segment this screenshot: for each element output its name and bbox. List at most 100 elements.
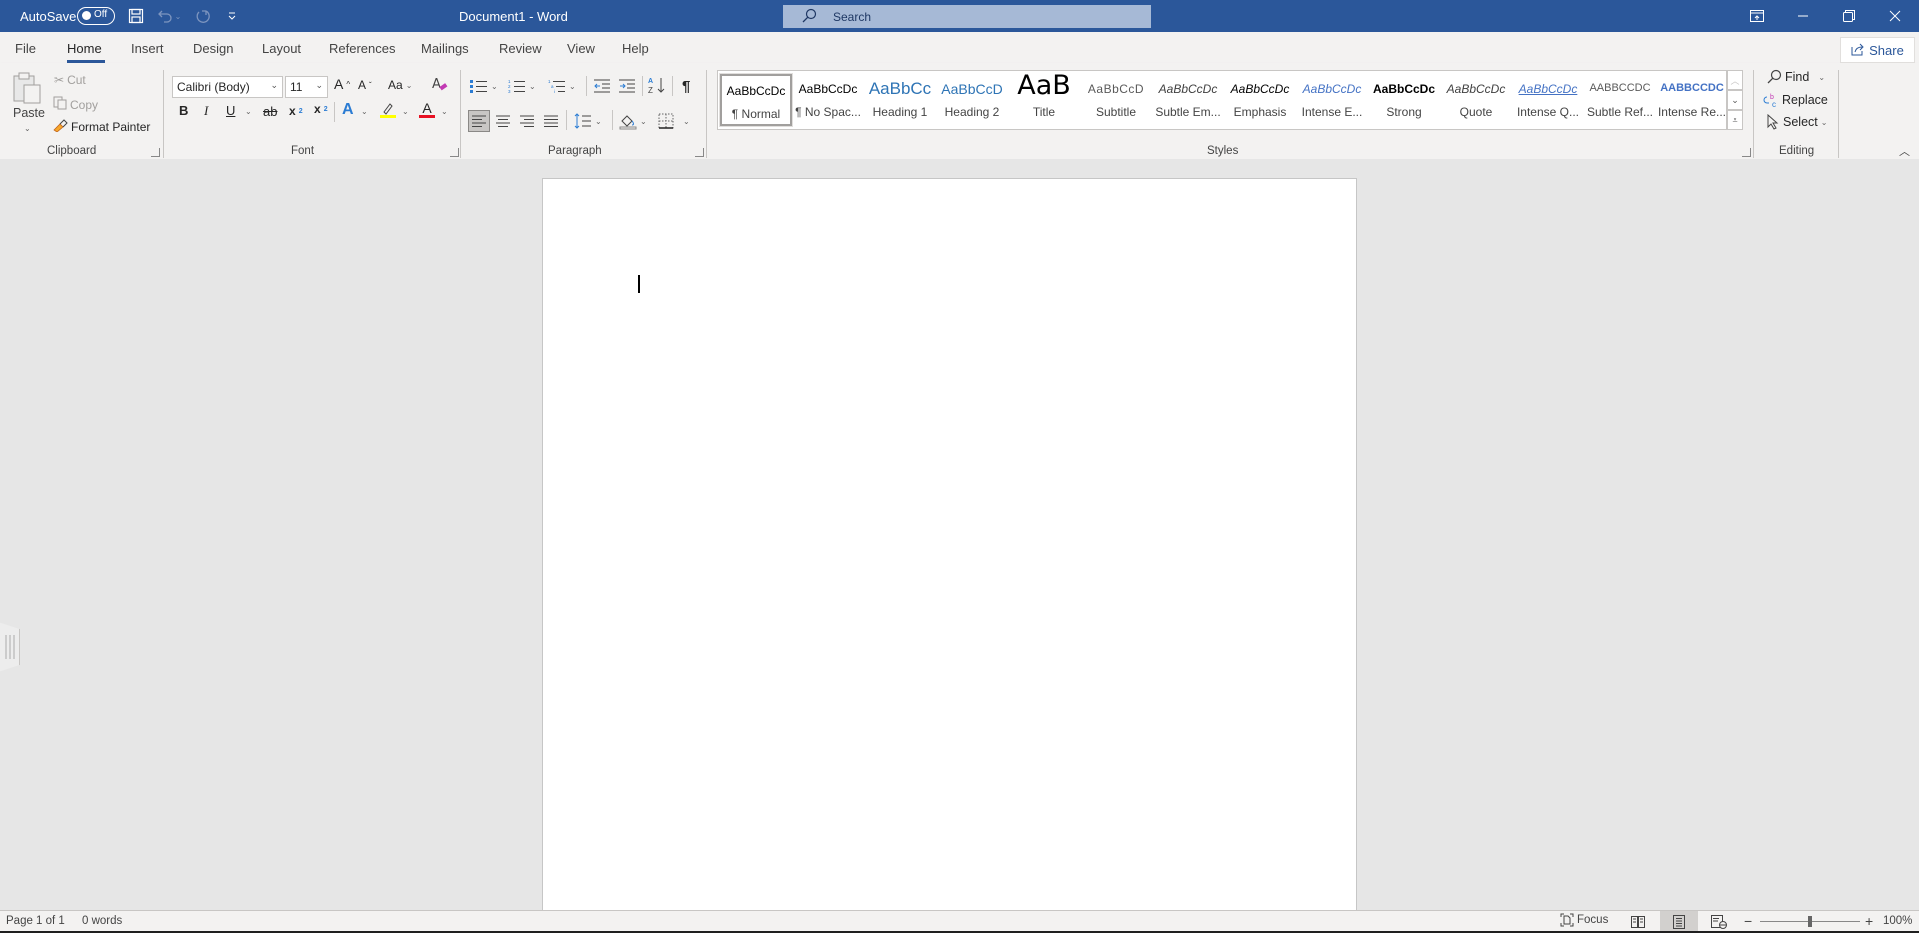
styles-dialog-launcher-icon[interactable] (1742, 148, 1751, 157)
text-effects-button[interactable]: A (342, 101, 354, 119)
style-item[interactable]: AaBbCcDc Intense E... (1296, 74, 1368, 126)
sort-button[interactable]: AZ (648, 76, 666, 94)
autosave-toggle[interactable]: Off (77, 7, 115, 25)
text-effects-dropdown-icon[interactable]: ⌄ (361, 107, 368, 116)
font-size-combo[interactable]: 11 ⌄ (285, 76, 328, 98)
change-case-button[interactable]: Aa ⌄ (388, 78, 412, 92)
borders-button[interactable]: ⌄ (658, 113, 690, 129)
focus-button[interactable]: Focus (1560, 913, 1608, 927)
select-button[interactable]: Select ⌄ (1766, 114, 1827, 130)
bold-button[interactable]: B (179, 103, 188, 118)
font-dialog-launcher-icon[interactable] (450, 148, 459, 157)
style-item[interactable]: AaBbCcD Subtitle (1080, 74, 1152, 126)
redo-icon[interactable] (193, 6, 213, 26)
zoom-level[interactable]: 100% (1883, 915, 1912, 927)
tab-file[interactable]: File (15, 41, 36, 56)
clear-formatting-button[interactable]: A (431, 76, 449, 92)
word-count[interactable]: 0 words (82, 915, 122, 927)
style-item[interactable]: AaBbCc Heading 1 (864, 74, 936, 126)
page-count[interactable]: Page 1 of 1 (6, 915, 65, 927)
multilevel-list-button[interactable]: 1ai ⌄ (548, 79, 576, 93)
tab-design[interactable]: Design (193, 41, 233, 56)
style-item[interactable]: AaBbCcDc ¶ Normal (719, 73, 793, 127)
cut-button[interactable]: ✂ Cut (54, 73, 86, 87)
style-item[interactable]: AaBbCcDc Strong (1368, 74, 1440, 126)
zoom-in-button[interactable]: + (1865, 913, 1873, 929)
underline-button[interactable]: U (226, 103, 235, 118)
tab-review[interactable]: Review (499, 41, 542, 56)
search-box[interactable]: Search (783, 5, 1151, 28)
highlight-button[interactable] (379, 101, 397, 119)
style-item[interactable]: AaBbCcDc Intense Q... (1512, 74, 1584, 126)
tab-mailings[interactable]: Mailings (421, 41, 469, 56)
tab-view[interactable]: View (567, 41, 595, 56)
chevron-down-icon: ⌄ (640, 116, 647, 126)
style-item[interactable]: AaBbCcDc Quote (1440, 74, 1512, 126)
style-item[interactable]: AaBbCcD Heading 2 (936, 74, 1008, 126)
style-item[interactable]: AaBbCcDc Subtle Em... (1152, 74, 1224, 126)
paste-label[interactable]: Paste (13, 106, 45, 120)
tab-help[interactable]: Help (622, 41, 649, 56)
style-item[interactable]: AaBbCcDc Subtle Ref... (1584, 74, 1656, 126)
font-color-dropdown-icon[interactable]: ⌄ (441, 107, 448, 116)
show-hide-button[interactable]: ¶ (682, 78, 690, 95)
style-item[interactable]: AaBbCcDc Intense Re... (1656, 74, 1728, 126)
line-spacing-button[interactable]: ⌄ (574, 113, 602, 129)
style-item[interactable]: AaBbCcDc Emphasis (1224, 74, 1296, 126)
gallery-scroll-up-icon[interactable]: ︿ (1727, 70, 1743, 90)
minimize-icon[interactable] (1780, 0, 1826, 32)
web-layout-button[interactable] (1700, 911, 1738, 932)
copy-button[interactable]: Copy (53, 96, 98, 113)
zoom-slider-thumb[interactable] (1808, 916, 1812, 927)
format-painter-button[interactable]: Format Painter (52, 118, 150, 135)
numbering-button[interactable]: 123 ⌄ (508, 79, 536, 93)
font-name-combo[interactable]: Calibri (Body) ⌄ (172, 76, 283, 98)
justify-button[interactable] (544, 115, 558, 127)
save-icon[interactable] (126, 6, 146, 26)
zoom-out-button[interactable]: − (1744, 913, 1752, 929)
align-right-button[interactable] (520, 115, 534, 127)
shading-button[interactable]: ⌄ (619, 112, 647, 130)
gallery-more-icon[interactable]: ⩡ (1727, 110, 1743, 130)
font-color-button[interactable]: A (419, 101, 435, 118)
clipboard-dialog-launcher-icon[interactable] (151, 148, 160, 157)
align-center-button[interactable] (496, 115, 510, 127)
paste-dropdown-icon[interactable]: ⌄ (24, 124, 31, 133)
replace-button[interactable]: bc Replace (1763, 92, 1828, 108)
paragraph-dialog-launcher-icon[interactable] (695, 148, 704, 157)
document-area[interactable] (0, 159, 1919, 918)
tab-home[interactable]: Home (67, 41, 102, 56)
gallery-scroll-down-icon[interactable]: ⌄ (1727, 90, 1743, 110)
read-mode-button[interactable] (1619, 911, 1657, 932)
tab-insert[interactable]: Insert (131, 41, 164, 56)
tab-references[interactable]: References (329, 41, 395, 56)
increase-indent-button[interactable] (619, 79, 636, 93)
highlight-dropdown-icon[interactable]: ⌄ (402, 107, 409, 116)
close-icon[interactable] (1872, 0, 1918, 32)
ribbon-display-options-icon[interactable] (1734, 0, 1780, 32)
style-item[interactable]: AaBbCcDc ¶ No Spac... (792, 74, 864, 126)
underline-dropdown-icon[interactable]: ⌄ (245, 107, 252, 116)
share-button[interactable]: Share (1840, 37, 1915, 63)
side-pane-handle[interactable] (0, 622, 20, 672)
style-item[interactable]: AaB Title (1008, 70, 1080, 126)
subscript-button[interactable]: x2 (289, 104, 303, 118)
decrease-indent-button[interactable] (594, 79, 611, 93)
align-left-button[interactable] (468, 110, 490, 132)
undo-dropdown-icon[interactable]: ⌄ (172, 6, 184, 26)
bullets-button[interactable]: ⌄ (470, 79, 498, 93)
superscript-button[interactable]: x2 (314, 102, 328, 116)
shrink-font-button[interactable]: Aˇ (358, 78, 372, 92)
strikethrough-button[interactable]: ab (263, 104, 277, 119)
document-page[interactable] (542, 178, 1357, 918)
print-layout-button[interactable] (1660, 911, 1698, 932)
grow-font-button[interactable]: A ^ (334, 76, 350, 92)
find-button[interactable]: Find ⌄ (1766, 69, 1825, 85)
collapse-ribbon-icon[interactable]: ︿ (1899, 143, 1910, 159)
italic-button[interactable]: I (204, 103, 208, 119)
tab-layout[interactable]: Layout (262, 41, 301, 56)
restore-icon[interactable] (1826, 0, 1872, 32)
customize-qat-icon[interactable] (222, 6, 242, 26)
style-label: ¶ Normal (731, 107, 781, 121)
paste-button[interactable] (10, 71, 46, 105)
